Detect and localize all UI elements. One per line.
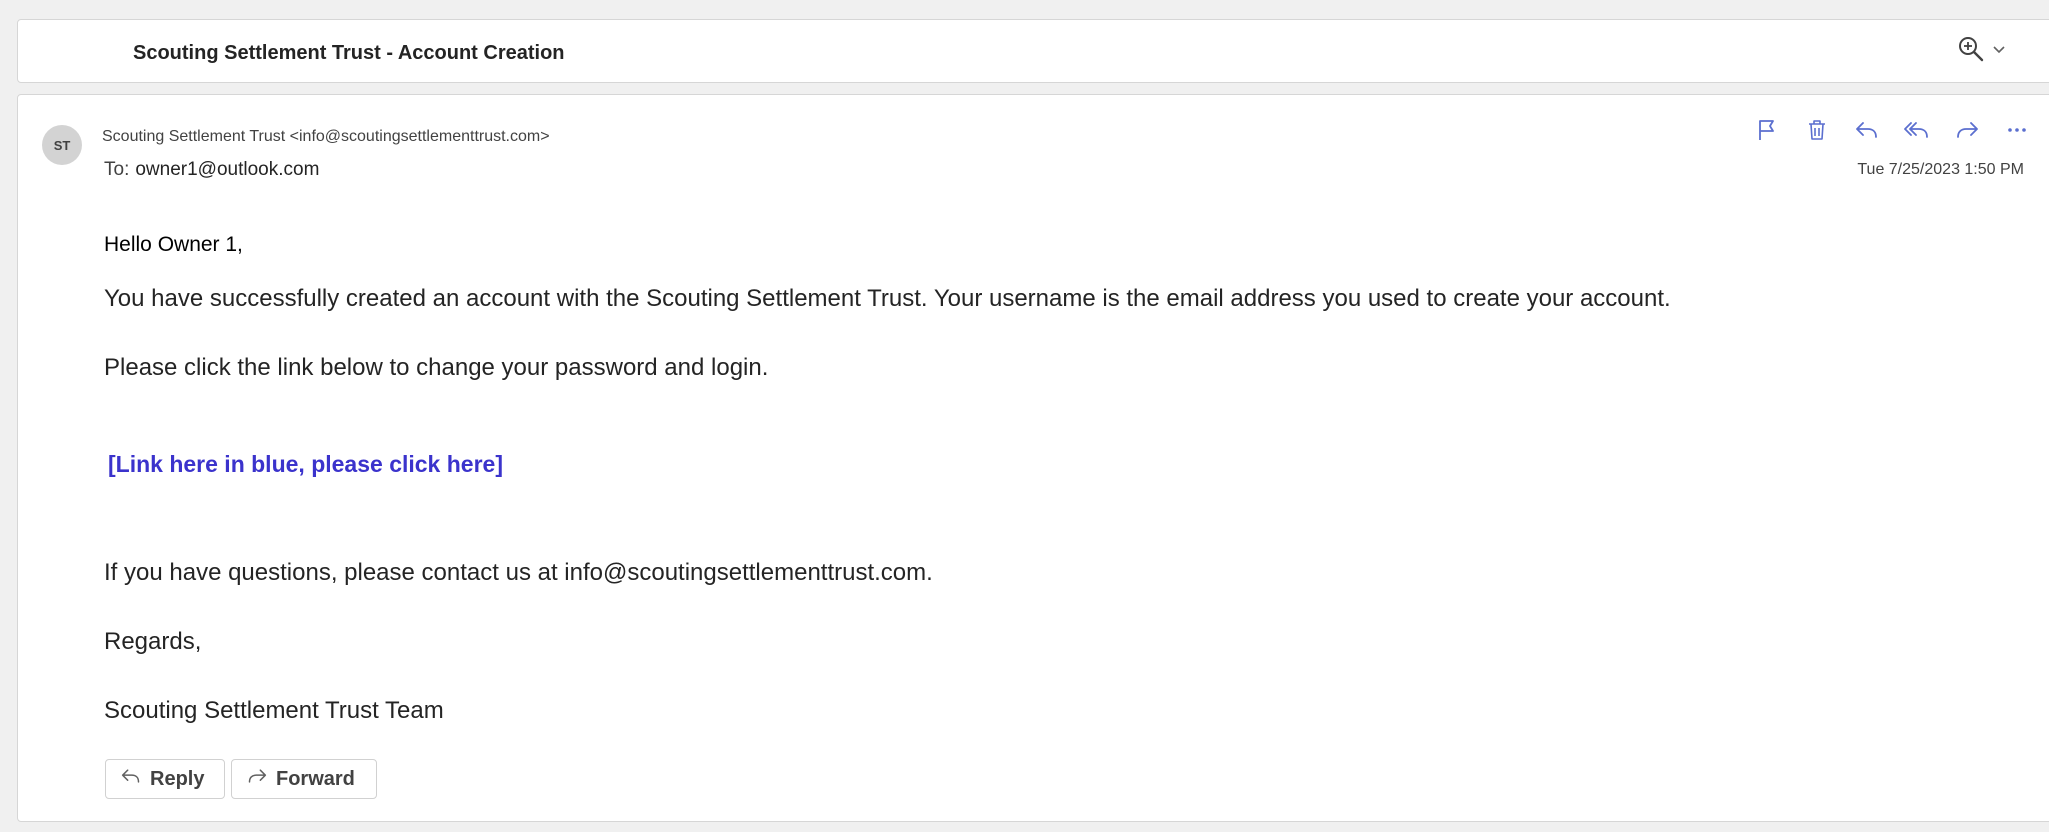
forward-button[interactable]: Forward (231, 759, 377, 799)
message-panel: ST Scouting Settlement Trust <info@scout… (17, 94, 2049, 822)
delete-icon[interactable] (1792, 115, 1842, 145)
body-paragraph: If you have questions, please contact us… (104, 559, 933, 586)
flag-icon[interactable] (1742, 115, 1792, 145)
recipient-address[interactable]: owner1@outlook.com (135, 159, 319, 180)
email-subject: Scouting Settlement Trust - Account Crea… (133, 42, 565, 64)
forward-icon (246, 766, 268, 792)
reply-all-icon[interactable] (1892, 115, 1942, 145)
reply-icon (120, 766, 142, 792)
message-actions (1742, 115, 2042, 145)
sent-date: Tue 7/25/2023 1:50 PM (1857, 161, 2024, 178)
avatar[interactable]: ST (42, 125, 82, 165)
body-paragraph: You have successfully created an account… (104, 285, 1671, 312)
greeting: Hello Owner 1, (104, 233, 243, 256)
reply-button-label: Reply (150, 767, 205, 790)
forward-button-label: Forward (276, 767, 355, 790)
signature-text: Scouting Settlement Trust Team (104, 697, 444, 724)
reply-icon[interactable] (1842, 115, 1892, 145)
zoom-control[interactable] (1956, 34, 2006, 64)
password-reset-link[interactable]: [Link here in blue, please click here] (108, 451, 503, 478)
body-paragraph: Please click the link below to change yo… (104, 354, 769, 381)
subject-bar: Scouting Settlement Trust - Account Crea… (17, 19, 2049, 83)
more-icon[interactable] (1992, 115, 2042, 145)
zoom-in-icon[interactable] (1956, 34, 1986, 64)
to-label: To: (104, 159, 130, 180)
sender[interactable]: Scouting Settlement Trust <info@scouting… (102, 128, 550, 146)
recipient-line: To: owner1@outlook.com (104, 159, 319, 181)
reply-button[interactable]: Reply (105, 759, 225, 799)
regards-text: Regards, (104, 628, 202, 655)
forward-icon[interactable] (1942, 115, 1992, 145)
chevron-down-icon[interactable] (1992, 42, 2006, 56)
